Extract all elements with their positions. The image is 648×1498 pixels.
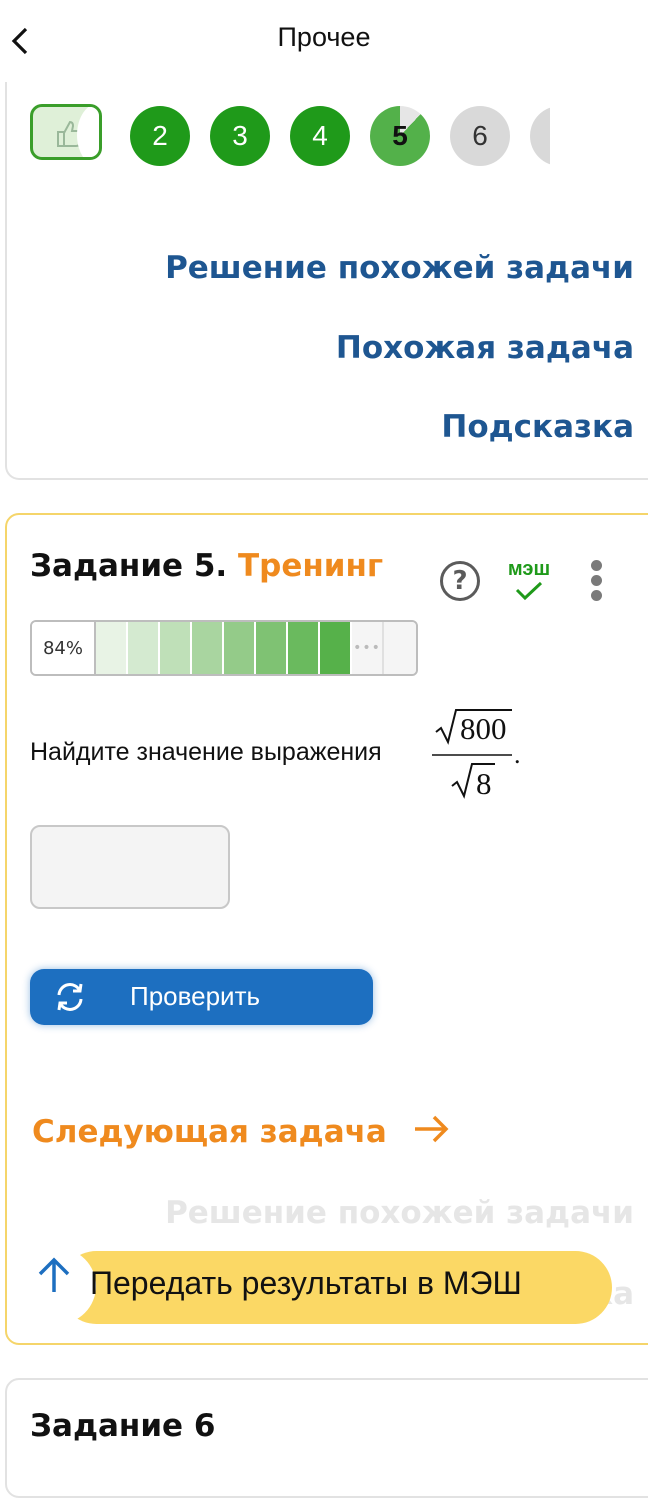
top-bar: Прочее: [0, 0, 648, 82]
similar-solution-link[interactable]: Решение похожей задачи: [165, 250, 634, 286]
arrow-up-icon: [38, 1257, 70, 1292]
next-task-link[interactable]: Следующая задача: [32, 1114, 452, 1150]
mesh-label: МЭШ: [507, 558, 551, 580]
task-nav-item-5[interactable]: 5: [370, 106, 430, 166]
check-button-label: Проверить: [130, 981, 261, 1011]
training-progress-bar: 84% •••: [30, 620, 418, 676]
task-nav-item-next: [530, 106, 550, 166]
task-nav-item-3[interactable]: 3: [210, 106, 270, 166]
numerator: 800: [460, 711, 507, 746]
progress-empty: [384, 622, 416, 674]
more-options-icon[interactable]: [586, 560, 606, 604]
progress-segment: [256, 622, 288, 674]
page-title: Прочее: [277, 22, 371, 52]
task-number: Задание 5.: [30, 548, 228, 584]
answer-input[interactable]: [30, 825, 230, 909]
hint-link[interactable]: Подсказка: [441, 409, 634, 445]
task-1-done-badge[interactable]: [30, 104, 102, 160]
question-text: Найдите значение выражения: [30, 738, 382, 766]
progress-segment: [96, 622, 128, 674]
scroll-up-button[interactable]: [20, 1248, 96, 1324]
progress-percent: 84%: [32, 622, 96, 674]
checkmark-icon: [515, 581, 543, 601]
fraction-period: .: [514, 740, 520, 769]
task-nav-item-2[interactable]: 2: [130, 106, 190, 166]
mesh-badge[interactable]: МЭШ: [503, 558, 555, 605]
denominator: 8: [476, 766, 492, 801]
progress-segment: [224, 622, 256, 674]
progress-more: •••: [352, 622, 384, 674]
check-button[interactable]: Проверить: [30, 969, 373, 1025]
progress-segment: [192, 622, 224, 674]
progress-segment: [320, 622, 352, 674]
task-mode: Тренинг: [238, 548, 384, 584]
similar-task-link[interactable]: Похожая задача: [336, 330, 634, 366]
task-title: Задание 5. Тренинг: [30, 548, 383, 584]
next-task-label: Следующая задача: [32, 1114, 387, 1150]
progress-segment: [288, 622, 320, 674]
progress-segment: [128, 622, 160, 674]
similar-solution-link-faded[interactable]: Решение похожей задачи: [165, 1195, 634, 1231]
send-results-label: Передать результаты в МЭШ: [90, 1265, 522, 1301]
arrow-right-icon: [414, 1115, 449, 1143]
task-nav-item-6[interactable]: 6: [450, 106, 510, 166]
task-nav-overflow[interactable]: [520, 100, 550, 172]
task-nav-item-4[interactable]: 4: [290, 106, 350, 166]
math-fraction: 800 8 .: [432, 709, 520, 801]
help-icon[interactable]: ?: [440, 561, 480, 601]
refresh-icon: [57, 983, 83, 1011]
progress-segment: [160, 622, 192, 674]
next-task-card-title: Задание 6: [30, 1408, 216, 1444]
